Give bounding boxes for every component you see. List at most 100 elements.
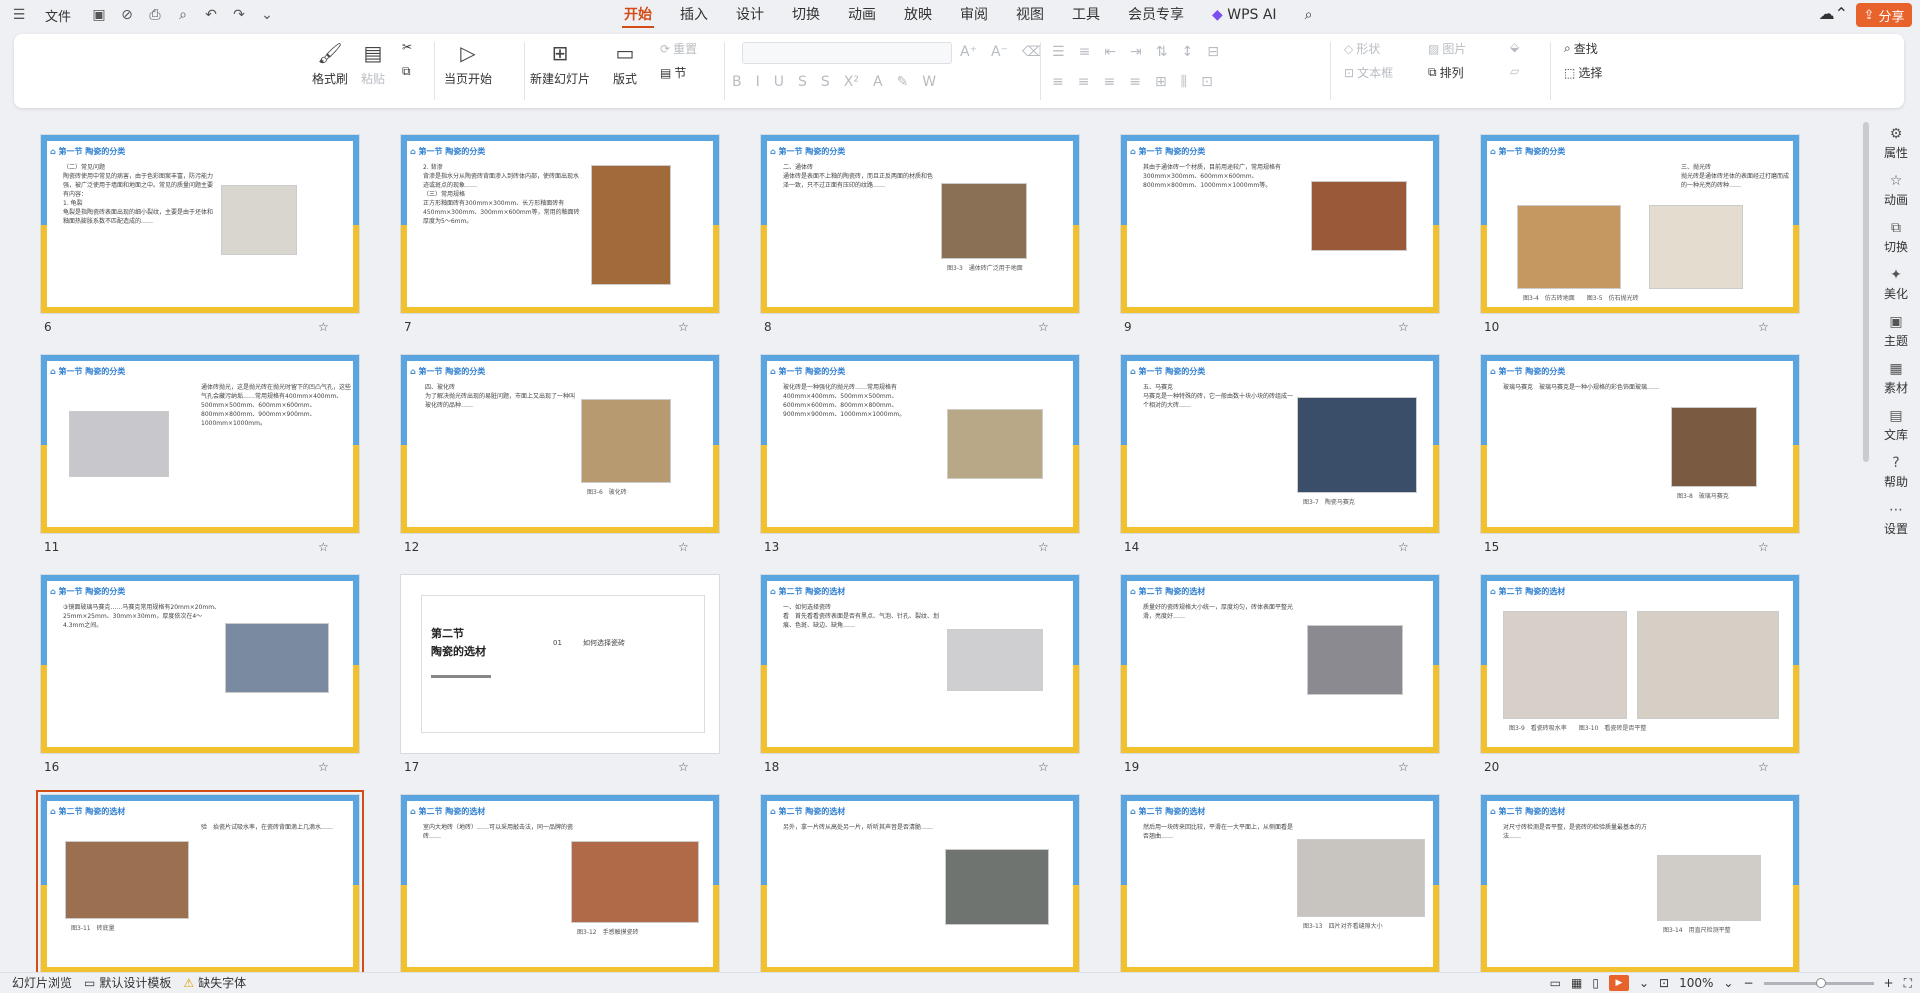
slide-animation-star-icon[interactable]: ☆ — [1398, 320, 1409, 334]
panel-animation[interactable]: ☆ 动画 — [1884, 173, 1908, 208]
panel-properties[interactable]: ⚙ 属性 — [1884, 126, 1908, 161]
tab-insert[interactable]: 插入 — [666, 0, 722, 30]
slide-thumbnail[interactable]: ⌂ 第一节 陶瓷的分类 玻璃马赛克 玻璃马赛克是一种小规格的彩色饰面玻璃…… 图3-… — [1480, 354, 1800, 534]
zoom-slider[interactable] — [1763, 977, 1874, 988]
paste-button[interactable]: ▤ 粘贴 — [360, 40, 386, 87]
slide-thumbnail[interactable]: ⌂ 第一节 陶瓷的分类 四、玻化砖 为了解决抛光砖出现的易脏问题，市面上又出现了一… — [400, 354, 720, 534]
font-color-icon[interactable]: A — [873, 74, 883, 90]
slide-animation-star-icon[interactable]: ☆ — [1038, 320, 1049, 334]
slide-thumbnail[interactable]: ⌂ 第一节 陶瓷的分类 二、通体砖 通体砖是表面不上釉的陶瓷砖，而且正反两面的材质… — [760, 134, 1080, 314]
template-status[interactable]: ▭ 默认设计模板 — [84, 974, 171, 991]
find-button[interactable]: ⌕ 查找 — [1564, 40, 1598, 57]
align-text-icon[interactable]: ⊟ — [1207, 44, 1219, 60]
slide-thumbnail[interactable]: ⌂ 第二节 陶瓷的选材 一、如何选择瓷砖 看 首先看看瓷砖表面是否有黑点、气泡、针… — [760, 574, 1080, 754]
zoom-in-icon[interactable]: + — [1884, 976, 1894, 990]
slide-thumbnail[interactable]: ⌂ 第一节 陶瓷的分类 其由于通体砖一个材质，目前用途较广，常用规格有300mm×… — [1120, 134, 1440, 314]
scrollbar-thumb[interactable] — [1863, 122, 1869, 462]
panel-transition[interactable]: ⧉ 切换 — [1884, 220, 1908, 255]
numbered-list-icon[interactable]: ≡ — [1079, 44, 1091, 60]
slide-thumbnail[interactable]: ⌂ 第二节 陶瓷的选材 对尺寸砖检测是否平整，是瓷砖的检验质量最基本的方法…… 图3… — [1480, 794, 1800, 972]
more-chevron-icon[interactable]: ⌄ — [256, 4, 278, 26]
sorter-view-icon[interactable]: ▦ — [1571, 976, 1582, 990]
slide-animation-star-icon[interactable]: ☆ — [1758, 760, 1769, 774]
slide-animation-star-icon[interactable]: ☆ — [678, 540, 689, 554]
fullscreen-icon[interactable]: ⛶ — [1904, 976, 1912, 991]
slide-thumbnail[interactable]: ⌂ 第二节 陶瓷的选材 图3-9 看瓷砖吸水率 图3-10 看瓷砖是否平整 — [1480, 574, 1800, 754]
slide-thumbnail[interactable]: ⌂ 第二节 陶瓷的选材 另外，拿一片砖从高处另一片，听听其声音是否清脆…… — [760, 794, 1080, 972]
panel-help[interactable]: ? 帮助 — [1884, 455, 1908, 490]
tab-home[interactable]: 开始 — [610, 0, 666, 30]
print-preview-icon[interactable]: ⌕ — [172, 4, 194, 26]
slide-animation-star-icon[interactable]: ☆ — [1038, 540, 1049, 554]
zoom-out-icon[interactable]: − — [1743, 976, 1753, 990]
zoom-dropdown-icon[interactable]: ⌄ — [1723, 976, 1733, 990]
slide-thumbnail[interactable]: ⌂ 第一节 陶瓷的分类 ③镜面玻璃马赛克……马赛克常用规格有20mm×20mm、2… — [40, 574, 360, 754]
justify-icon[interactable]: ≡ — [1129, 74, 1141, 90]
section-button[interactable]: ▤ 节 — [660, 64, 686, 81]
tab-animation[interactable]: 动画 — [834, 0, 890, 30]
tab-design[interactable]: 设计 — [722, 0, 778, 30]
share-button[interactable]: ⇪ 分享 — [1856, 3, 1912, 27]
decrease-indent-icon[interactable]: ⇤ — [1104, 44, 1116, 60]
increase-font-icon[interactable]: A⁺ — [960, 44, 977, 60]
slide-animation-star-icon[interactable]: ☆ — [318, 320, 329, 334]
distribute-icon[interactable]: ⊞ — [1155, 74, 1167, 90]
slide-animation-star-icon[interactable]: ☆ — [1038, 760, 1049, 774]
tab-slideshow[interactable]: 放映 — [890, 0, 946, 30]
reading-view-icon[interactable]: ▯ — [1592, 976, 1599, 990]
missing-font-status[interactable]: ⚠ 缺失字体 — [183, 974, 246, 991]
slide-animation-star-icon[interactable]: ☆ — [1758, 540, 1769, 554]
layout-button[interactable]: ▭ 版式 — [612, 40, 638, 87]
slide-thumbnail[interactable]: ⌂ 第一节 陶瓷的分类 2. 背渗 背渗是指水分从陶瓷砖背面渗入到砖体内部，使砖面… — [400, 134, 720, 314]
format-painter-button[interactable]: 🖌 格式刷 — [312, 40, 348, 87]
font-name-select[interactable] — [742, 42, 952, 64]
highlight-icon[interactable]: ✎ — [897, 74, 909, 90]
play-options-icon[interactable]: ⌄ — [1639, 976, 1649, 990]
slide-thumbnail[interactable]: ⌂ 第一节 陶瓷的分类 （二）常见问题 陶瓷砖使用中常见的病害，由于色彩图案丰富，… — [40, 134, 360, 314]
clear-format-icon[interactable]: ⌫ — [1022, 44, 1042, 60]
slide-thumbnail[interactable]: ⌂ 第一节 陶瓷的分类 三、抛光砖 抛光砖是通体砖坯体的表面经过打磨而成的一种光亮… — [1480, 134, 1800, 314]
menu-icon[interactable]: ☰ — [8, 4, 30, 26]
slide-animation-star-icon[interactable]: ☆ — [678, 320, 689, 334]
slide-thumbnail[interactable]: ⌂ 第一节 陶瓷的分类 玻化砖是一种强化的抛光砖……常用规格有400mm×400m… — [760, 354, 1080, 534]
vertical-scrollbar[interactable] — [1862, 112, 1870, 972]
redo-icon[interactable]: ↷ — [228, 4, 250, 26]
slide-thumbnail[interactable]: ⌂ 第二节 陶瓷的选材验 抬瓷片试吸水率，在瓷砖背面滴上几滴水…… 图3-11 砖… — [36, 790, 364, 972]
copy-icon[interactable]: ⧉ — [402, 64, 411, 79]
fill-icon[interactable]: ⬙ — [1510, 40, 1519, 54]
normal-view-icon[interactable]: ▭ — [1550, 976, 1561, 990]
search-icon[interactable]: ⌕ — [1291, 0, 1327, 30]
slide-animation-star-icon[interactable]: ☆ — [1398, 540, 1409, 554]
bold-icon[interactable]: B — [732, 74, 742, 90]
shape-button[interactable]: ◇ 形状 — [1344, 40, 1380, 57]
tab-transition[interactable]: 切换 — [778, 0, 834, 30]
tab-view[interactable]: 视图 — [1002, 0, 1058, 30]
para-settings-icon[interactable]: ⊡ — [1201, 74, 1213, 90]
slide-thumbnail[interactable]: ⌂ 第二节 陶瓷的选材 室内大地砖（地砖）……可以采用敲击法，同一品牌的瓷砖…… 图… — [400, 794, 720, 972]
new-slide-button[interactable]: ⊞ 新建幻灯片 — [530, 40, 590, 87]
superscript-icon[interactable]: X² — [844, 74, 859, 90]
tab-member[interactable]: 会员专享 — [1114, 0, 1198, 30]
share-link-icon[interactable]: ⊘ — [116, 4, 138, 26]
tab-wps-ai[interactable]: ◆ WPS AI — [1198, 0, 1291, 30]
file-menu[interactable]: 文件 — [45, 6, 71, 25]
tab-tools[interactable]: 工具 — [1058, 0, 1114, 30]
line-spacing-icon[interactable]: ↕ — [1182, 44, 1194, 60]
collapse-icon[interactable]: ⌃ — [1835, 4, 1848, 23]
panel-theme[interactable]: ▣ 主题 — [1884, 314, 1908, 349]
slide-thumbnail[interactable]: ⌂ 第二节 陶瓷的选材 然后用一块砖来回比较，平滑在一大平面上，从侧面看是否翘曲…… — [1120, 794, 1440, 972]
slide-thumbnail[interactable]: 第二节 陶瓷的选材 01 如何选择瓷砖 — [400, 574, 720, 754]
print-icon[interactable]: ⎙ — [144, 4, 166, 26]
panel-material[interactable]: ▦ 素材 — [1884, 361, 1908, 396]
columns-icon[interactable]: ⫼ — [1181, 74, 1187, 90]
save-icon[interactable]: ▣ — [88, 4, 110, 26]
cloud-sync-icon[interactable]: ☁ — [1819, 4, 1835, 23]
underline-icon[interactable]: U — [774, 74, 784, 90]
zoom-slider-knob[interactable] — [1815, 977, 1826, 988]
bullet-list-icon[interactable]: ☰ — [1052, 44, 1065, 60]
slide-browse-status[interactable]: 幻灯片浏览 — [12, 974, 72, 991]
start-from-current-button[interactable]: ▷ 当页开始 — [444, 40, 492, 87]
undo-icon[interactable]: ↶ — [200, 4, 222, 26]
slide-animation-star-icon[interactable]: ☆ — [318, 540, 329, 554]
slide-thumbnail[interactable]: ⌂ 第一节 陶瓷的分类 五、马赛克 马赛克是一种特殊的砖，它一般由数十块小块的砖组… — [1120, 354, 1440, 534]
